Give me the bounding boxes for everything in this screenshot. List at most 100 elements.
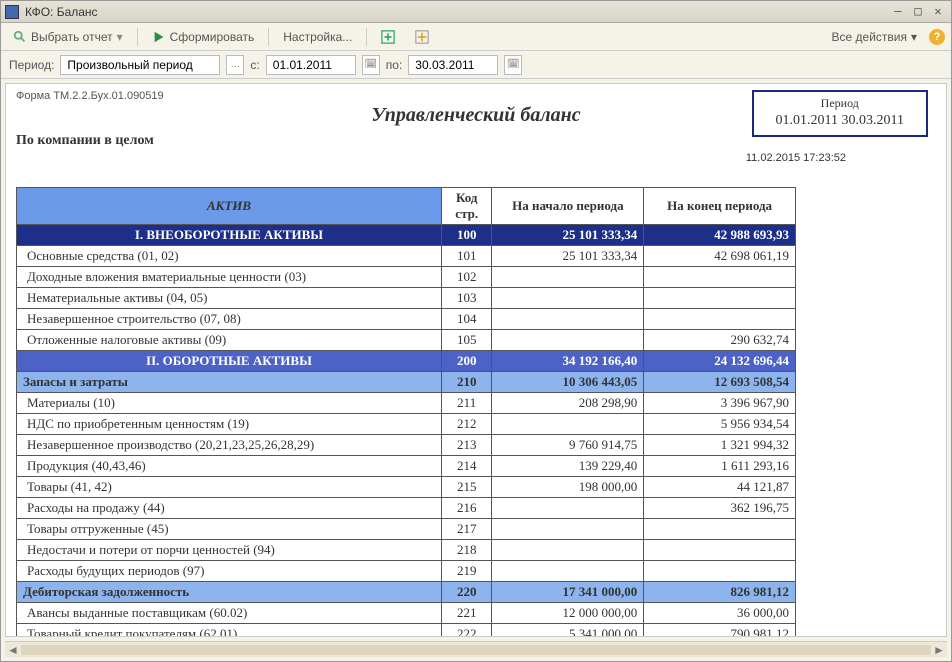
- select-report-button[interactable]: Выбрать отчет ▾: [7, 28, 129, 46]
- row-end: [644, 561, 796, 582]
- row-name: Запасы и затраты: [17, 372, 442, 393]
- separator: [366, 28, 367, 46]
- scroll-left-icon[interactable]: ◄: [5, 643, 21, 657]
- play-icon: [152, 30, 166, 44]
- row-code: 212: [441, 414, 492, 435]
- separator: [268, 28, 269, 46]
- row-end: 826 981,12: [644, 582, 796, 603]
- row-end: 1 321 994,32: [644, 435, 796, 456]
- row-begin: [492, 414, 644, 435]
- row-code: 220: [441, 582, 492, 603]
- row-begin: 25 101 333,34: [492, 246, 644, 267]
- separator: [137, 28, 138, 46]
- all-actions-button[interactable]: Все действия ▾: [826, 28, 924, 46]
- row-begin: 198 000,00: [492, 477, 644, 498]
- row-code: 213: [441, 435, 492, 456]
- row-code: 104: [441, 309, 492, 330]
- date-from-calendar-icon[interactable]: 🗓: [362, 55, 380, 75]
- row-begin: 208 298,90: [492, 393, 644, 414]
- row-name: Продукция (40,43,46): [17, 456, 442, 477]
- row-begin: 25 101 333,34: [492, 225, 644, 246]
- dropdown-icon: ▾: [117, 30, 123, 44]
- row-name: Товарный кредит покупателям (62.01): [17, 624, 442, 638]
- row-code: 105: [441, 330, 492, 351]
- row-end: [644, 540, 796, 561]
- row-begin: [492, 540, 644, 561]
- scroll-right-icon[interactable]: ►: [931, 643, 947, 657]
- table-row: Товары (41, 42)215198 000,0044 121,87: [17, 477, 796, 498]
- row-begin: [492, 519, 644, 540]
- row-name: НДС по приобретенным ценностям (19): [17, 414, 442, 435]
- row-begin: 9 760 914,75: [492, 435, 644, 456]
- row-code: 215: [441, 477, 492, 498]
- row-begin: [492, 561, 644, 582]
- period-select-button[interactable]: …: [226, 55, 244, 75]
- from-label: с:: [250, 58, 259, 72]
- horizontal-scrollbar[interactable]: ◄ ►: [5, 641, 947, 657]
- row-name: Отложенные налоговые активы (09): [17, 330, 442, 351]
- expand-button[interactable]: [409, 28, 439, 46]
- table-row: Материалы (10)211208 298,903 396 967,90: [17, 393, 796, 414]
- row-end: 1 611 293,16: [644, 456, 796, 477]
- table-row: Расходы на продажу (44)216362 196,75: [17, 498, 796, 519]
- period-box: Период 01.01.2011 30.03.2011: [752, 90, 928, 137]
- row-begin: 5 341 000,00: [492, 624, 644, 638]
- row-code: 216: [441, 498, 492, 519]
- col-name: АКТИВ: [17, 188, 442, 225]
- row-name: Товары отгруженные (45): [17, 519, 442, 540]
- table-row: Товарный кредит покупателям (62.01)2225 …: [17, 624, 796, 638]
- period-box-label: Период: [776, 96, 904, 111]
- row-begin: 139 229,40: [492, 456, 644, 477]
- balance-table: АКТИВ Код стр. На начало периода На коне…: [16, 187, 796, 637]
- row-end: [644, 267, 796, 288]
- generate-button[interactable]: Сформировать: [146, 28, 261, 46]
- table-row: Расходы будущих периодов (97)219: [17, 561, 796, 582]
- close-button[interactable]: ✕: [929, 4, 947, 20]
- row-name: Незавершенное производство (20,21,23,25,…: [17, 435, 442, 456]
- row-code: 217: [441, 519, 492, 540]
- table-row: Доходные вложения вматериальные ценности…: [17, 267, 796, 288]
- to-label: по:: [386, 58, 403, 72]
- scroll-track[interactable]: [21, 645, 931, 655]
- row-begin: [492, 288, 644, 309]
- date-to-input[interactable]: [408, 55, 498, 75]
- row-code: 103: [441, 288, 492, 309]
- maximize-button[interactable]: □: [909, 4, 927, 20]
- add-button[interactable]: [375, 28, 405, 46]
- row-code: 221: [441, 603, 492, 624]
- date-from-input[interactable]: [266, 55, 356, 75]
- minimize-button[interactable]: —: [889, 4, 907, 20]
- report-area: Форма ТМ.2.2.Бух.01.090519 Управленчески…: [5, 83, 947, 637]
- period-bar: Период: … с: 🗓 по: 🗓: [1, 51, 951, 79]
- row-code: 214: [441, 456, 492, 477]
- row-begin: [492, 267, 644, 288]
- col-end: На конец периода: [644, 188, 796, 225]
- table-row: I. ВНЕОБОРОТНЫЕ АКТИВЫ10025 101 333,3442…: [17, 225, 796, 246]
- magnifier-icon: [13, 30, 27, 44]
- settings-button[interactable]: Настройка...: [277, 28, 358, 46]
- table-row: НДС по приобретенным ценностям (19)2125 …: [17, 414, 796, 435]
- app-window: КФО: Баланс — □ ✕ Выбрать отчет ▾ Сформи…: [0, 0, 952, 662]
- row-name: I. ВНЕОБОРОТНЫЕ АКТИВЫ: [17, 225, 442, 246]
- table-row: Основные средства (01, 02)10125 101 333,…: [17, 246, 796, 267]
- col-code: Код стр.: [441, 188, 492, 225]
- date-to-calendar-icon[interactable]: 🗓: [504, 55, 522, 75]
- window-title: КФО: Баланс: [25, 5, 887, 19]
- table-row: Нематериальные активы (04, 05)103: [17, 288, 796, 309]
- row-name: Нематериальные активы (04, 05): [17, 288, 442, 309]
- table-row: Авансы выданные поставщикам (60.02)22112…: [17, 603, 796, 624]
- row-end: 790 981,12: [644, 624, 796, 638]
- row-begin: 17 341 000,00: [492, 582, 644, 603]
- row-end: 44 121,87: [644, 477, 796, 498]
- table-row: Недостачи и потери от порчи ценностей (9…: [17, 540, 796, 561]
- period-type-input[interactable]: [60, 55, 220, 75]
- table-row: Незавершенное производство (20,21,23,25,…: [17, 435, 796, 456]
- row-name: Расходы будущих периодов (97): [17, 561, 442, 582]
- table-row: Товары отгруженные (45)217: [17, 519, 796, 540]
- row-name: II. ОБОРОТНЫЕ АКТИВЫ: [17, 351, 442, 372]
- row-code: 210: [441, 372, 492, 393]
- table-row: Отложенные налоговые активы (09)105290 6…: [17, 330, 796, 351]
- row-begin: 10 306 443,05: [492, 372, 644, 393]
- row-end: 3 396 967,90: [644, 393, 796, 414]
- help-icon[interactable]: ?: [929, 29, 945, 45]
